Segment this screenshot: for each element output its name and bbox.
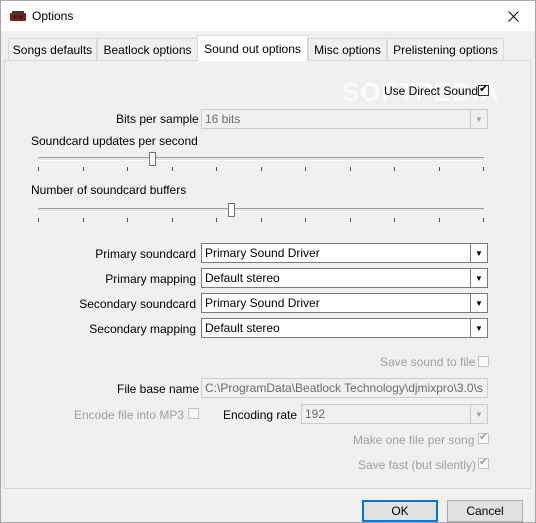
save-sound-to-file-checkbox[interactable] xyxy=(478,356,489,367)
chevron-down-icon: ▼ xyxy=(470,319,487,337)
slider-tick xyxy=(305,218,306,222)
slider-tick xyxy=(82,167,84,171)
slider-tick xyxy=(483,167,484,171)
close-button[interactable] xyxy=(490,1,536,31)
soundcard-updates-label: Soundcard updates per second xyxy=(31,134,198,148)
bits-per-sample-value: 16 bits xyxy=(205,112,241,126)
tab-beatlock-options[interactable]: Beatlock options xyxy=(97,38,198,60)
soundcard-updates-slider-thumb[interactable] xyxy=(149,152,156,166)
chevron-down-icon: ▼ xyxy=(470,110,487,128)
tab-misc-options[interactable]: Misc options xyxy=(308,38,387,60)
soundcard-updates-track xyxy=(38,157,484,161)
tab-songs-defaults[interactable]: Songs defaults xyxy=(8,38,97,60)
primary-soundcard-select[interactable]: Primary Sound Driver ▼ xyxy=(201,243,488,263)
slider-tick xyxy=(260,218,262,222)
encoding-rate-value: 192 xyxy=(305,407,326,421)
slider-tick xyxy=(349,167,351,171)
secondary-mapping-value: Default stereo xyxy=(205,321,280,335)
slider-tick xyxy=(260,167,262,171)
encode-mp3-checkbox[interactable] xyxy=(188,408,199,419)
slider-tick xyxy=(127,218,128,222)
slider-tick xyxy=(483,218,484,222)
close-icon xyxy=(507,10,519,22)
slider-tick xyxy=(82,218,84,222)
one-file-per-song-checkbox[interactable]: ✔ xyxy=(478,431,489,444)
slider-tick xyxy=(216,167,217,171)
chevron-down-icon: ▼ xyxy=(470,294,487,312)
soundcard-buffers-track xyxy=(38,208,484,212)
slider-tick xyxy=(38,218,39,222)
save-fast-checkbox[interactable]: ✔ xyxy=(478,456,489,469)
slider-tick xyxy=(171,167,173,171)
slider-tick xyxy=(127,167,128,171)
use-direct-sound-checkbox[interactable]: ✔ xyxy=(478,83,489,96)
tab-prelistening-options[interactable]: Prelistening options xyxy=(387,38,504,60)
primary-mapping-value: Default stereo xyxy=(205,271,280,285)
slider-tick xyxy=(38,167,39,171)
primary-soundcard-label: Primary soundcard xyxy=(95,247,196,261)
tab-sound-out-options[interactable]: Sound out options xyxy=(197,35,308,61)
secondary-mapping-label: Secondary mapping xyxy=(89,322,196,336)
chevron-down-icon: ▼ xyxy=(470,244,487,262)
save-fast-label: Save fast (but silently) xyxy=(358,458,477,472)
checkmark-icon: ✔ xyxy=(479,456,489,468)
primary-mapping-select[interactable]: Default stereo ▼ xyxy=(201,268,488,288)
secondary-soundcard-value: Primary Sound Driver xyxy=(205,296,320,310)
window-title: Options xyxy=(32,9,74,23)
checkmark-icon: ✔ xyxy=(479,83,489,95)
cancel-button[interactable]: Cancel xyxy=(447,500,523,522)
secondary-soundcard-select[interactable]: Primary Sound Driver ▼ xyxy=(201,293,488,313)
file-base-name-value: C:\ProgramData\Beatlock Technology\djmix… xyxy=(205,381,483,395)
slider-tick xyxy=(438,218,440,222)
bits-per-sample-label: Bits per sample xyxy=(116,112,199,126)
slider-tick xyxy=(394,218,395,222)
file-base-name-label: File base name xyxy=(117,382,200,396)
app-icon xyxy=(10,11,26,21)
encoding-rate-label: Encoding rate xyxy=(223,408,298,422)
secondary-soundcard-label: Secondary soundcard xyxy=(79,297,196,311)
title-bar: Options xyxy=(1,1,535,31)
save-sound-to-file-label: Save sound to file xyxy=(380,355,476,369)
slider-tick xyxy=(171,218,173,222)
slider-tick xyxy=(394,167,395,171)
chevron-down-icon: ▼ xyxy=(470,405,487,423)
one-file-per-song-label: Make one file per song xyxy=(353,433,475,447)
slider-tick xyxy=(349,218,351,222)
primary-mapping-label: Primary mapping xyxy=(105,272,196,286)
secondary-mapping-select[interactable]: Default stereo ▼ xyxy=(201,318,488,338)
use-direct-sound-label: Use Direct Sound xyxy=(384,84,479,98)
encode-mp3-label: Encode file into MP3 xyxy=(74,408,185,422)
ok-button[interactable]: OK xyxy=(362,500,438,522)
chevron-down-icon: ▼ xyxy=(470,269,487,287)
bits-per-sample-select[interactable]: 16 bits ▼ xyxy=(201,109,488,129)
file-base-name-input[interactable]: C:\ProgramData\Beatlock Technology\djmix… xyxy=(201,378,488,398)
encoding-rate-select[interactable]: 192 ▼ xyxy=(301,404,488,424)
slider-tick xyxy=(216,218,217,222)
checkmark-icon: ✔ xyxy=(479,431,489,443)
slider-tick xyxy=(438,167,440,171)
slider-tick xyxy=(305,167,306,171)
primary-soundcard-value: Primary Sound Driver xyxy=(205,246,320,260)
soundcard-buffers-label: Number of soundcard buffers xyxy=(31,183,187,197)
soundcard-buffers-slider-thumb[interactable] xyxy=(228,203,235,217)
